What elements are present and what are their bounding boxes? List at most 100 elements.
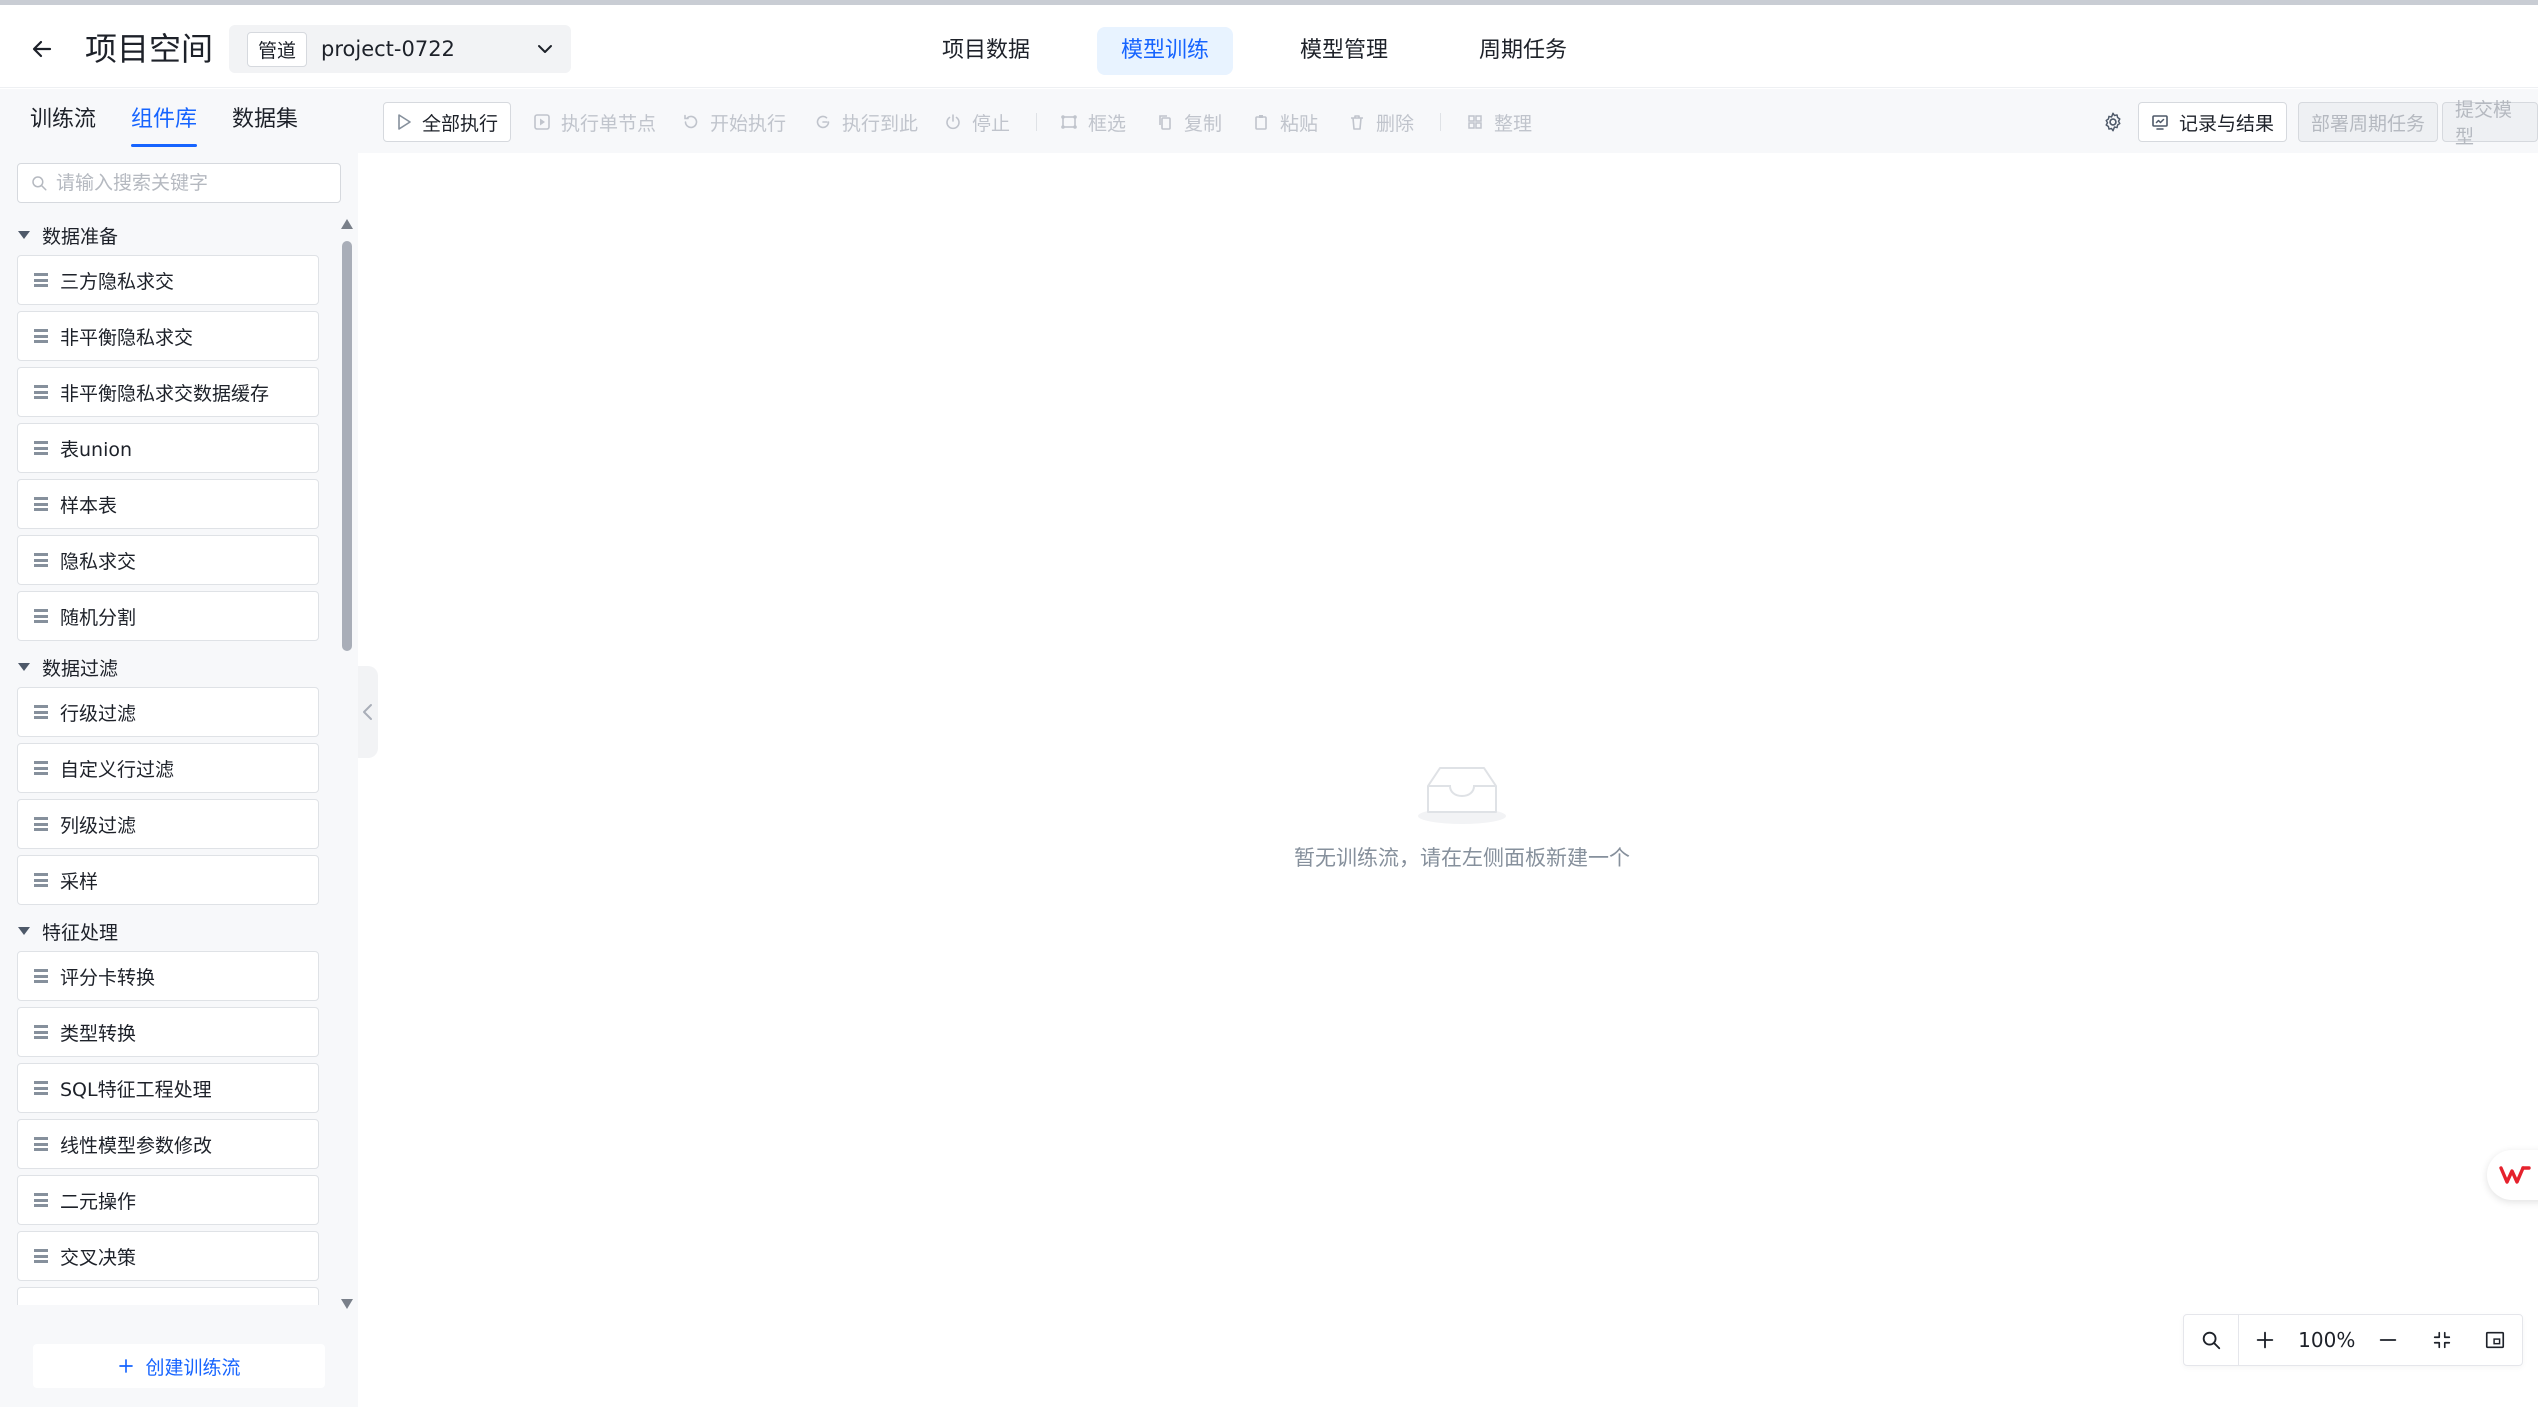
- records-label: 记录与结果: [2179, 112, 2275, 135]
- chevron-down-icon: [538, 45, 552, 53]
- table-icon: [34, 1137, 48, 1151]
- run-node-icon: [534, 114, 550, 130]
- panel-collapse-handle[interactable]: [358, 666, 378, 758]
- component-label: 类型转换: [60, 1022, 137, 1045]
- minimap-icon: [2486, 1331, 2505, 1349]
- paste-icon: [1255, 115, 1267, 130]
- component-item[interactable]: 线性模型参数修改: [17, 1119, 319, 1169]
- deploy-periodic-task-button[interactable]: 部署周期任务: [2298, 102, 2439, 142]
- gear-icon: [2105, 112, 2121, 132]
- tab-datasets[interactable]: 数据集: [232, 89, 298, 151]
- component-label: 隐私求交: [60, 550, 137, 573]
- copy-label: 复制: [1184, 112, 1223, 135]
- paste-label: 粘贴: [1280, 112, 1319, 135]
- run-to-here-button[interactable]: 执行到此: [814, 102, 918, 142]
- component-label: 非平衡隐私求交: [60, 326, 194, 349]
- search-icon: [2202, 1331, 2220, 1350]
- group-data-filter[interactable]: 数据过滤: [0, 647, 330, 687]
- paste-button[interactable]: 粘贴: [1252, 102, 1318, 142]
- run-single-label: 执行单节点: [561, 112, 657, 135]
- component-item[interactable]: 行级过滤: [17, 687, 319, 737]
- component-item[interactable]: 类型转换: [17, 1007, 319, 1057]
- component-item[interactable]: 列级过滤: [17, 799, 319, 849]
- component-item[interactable]: 交叉决策: [17, 1231, 319, 1281]
- records-results-button[interactable]: 记录与结果: [2138, 102, 2288, 142]
- component-label: 二元操作: [60, 1190, 137, 1213]
- delete-label: 删除: [1376, 112, 1415, 135]
- project-type-tag: 管道: [247, 31, 308, 67]
- group-feature-processing[interactable]: 特征处理: [0, 911, 330, 951]
- component-item[interactable]: 自定义行过滤: [17, 743, 319, 793]
- empty-state: 暂无训练流，请在左侧面板新建一个: [1272, 762, 1652, 872]
- run-all-button[interactable]: 全部执行: [383, 102, 512, 142]
- scroll-down-icon[interactable]: [341, 1299, 353, 1309]
- delete-button[interactable]: 删除: [1348, 102, 1414, 142]
- submit-model-button[interactable]: 提交模型: [2442, 99, 2538, 148]
- group-label: 数据准备: [42, 225, 119, 248]
- component-item[interactable]: 样本表: [17, 479, 319, 529]
- box-select-button[interactable]: 框选: [1060, 102, 1126, 142]
- back-button[interactable]: [22, 29, 62, 69]
- stop-button[interactable]: 停止: [944, 102, 1010, 142]
- copy-button[interactable]: 复制: [1156, 102, 1222, 142]
- component-item[interactable]: 评分卡转换: [17, 951, 319, 1001]
- power-icon: [946, 114, 960, 130]
- zoom-in-button[interactable]: [2239, 1314, 2293, 1366]
- zoom-out-button[interactable]: [2361, 1314, 2415, 1366]
- copy-icon: [1159, 115, 1171, 130]
- component-label: 交叉决策: [60, 1246, 137, 1269]
- component-item[interactable]: 非平衡隐私求交数据缓存: [17, 367, 319, 417]
- nav-project-data[interactable]: 项目数据: [918, 27, 1054, 75]
- settings-button[interactable]: [2102, 102, 2134, 142]
- run-all-label: 全部执行: [422, 112, 499, 135]
- create-training-flow-button[interactable]: 创建训练流: [33, 1344, 325, 1388]
- tab-training-flow[interactable]: 训练流: [30, 89, 96, 151]
- table-icon: [34, 705, 48, 719]
- component-label: 采样: [60, 870, 99, 893]
- zoom-search-button[interactable]: [2184, 1314, 2238, 1366]
- component-label: 随机分割: [60, 606, 137, 629]
- start-run-button[interactable]: 开始执行: [682, 102, 786, 142]
- empty-state-text: 暂无训练流，请在左侧面板新建一个: [1294, 846, 1630, 870]
- grid-icon: [1468, 115, 1482, 129]
- toolbar-divider: [1036, 113, 1037, 131]
- component-item[interactable]: 二元操作: [17, 1175, 319, 1225]
- deploy-label: 部署周期任务: [2311, 112, 2426, 135]
- table-icon: [34, 969, 48, 983]
- fit-view-button[interactable]: [2415, 1314, 2469, 1366]
- component-label: 评分卡转换: [60, 966, 156, 989]
- component-item[interactable]: 随机分割: [17, 591, 319, 641]
- arrow-left-icon: [32, 40, 52, 58]
- table-icon: [34, 1081, 48, 1095]
- component-item[interactable]: 采样: [17, 855, 319, 905]
- left-panel: 训练流 组件库 数据集 数据准备 三方隐私求交 非平衡隐私求交 非平衡隐私求交数…: [0, 89, 358, 1407]
- group-data-preparation[interactable]: 数据准备: [0, 215, 330, 255]
- arrange-label: 整理: [1494, 112, 1533, 135]
- component-item-partial[interactable]: [17, 1287, 319, 1305]
- nav-model-training[interactable]: 模型训练: [1097, 27, 1234, 75]
- wps-floating-button[interactable]: [2487, 1150, 2538, 1200]
- scrollbar-thumb[interactable]: [342, 241, 352, 651]
- component-item[interactable]: 表union: [17, 423, 319, 473]
- component-label: 行级过滤: [60, 702, 137, 725]
- arrange-button[interactable]: 整理: [1466, 102, 1532, 142]
- fit-view-icon: [2433, 1331, 2450, 1349]
- scroll-up-icon[interactable]: [341, 219, 353, 229]
- tab-component-library[interactable]: 组件库: [131, 89, 198, 151]
- search-input[interactable]: [56, 172, 326, 194]
- nav-periodic-tasks[interactable]: 周期任务: [1455, 27, 1591, 75]
- nav-model-management[interactable]: 模型管理: [1276, 27, 1412, 75]
- component-label: 自定义行过滤: [60, 758, 175, 781]
- project-select[interactable]: 管道 project-0722: [229, 25, 571, 73]
- run-single-node-button[interactable]: 执行单节点: [533, 102, 656, 142]
- caret-down-icon: [18, 231, 30, 239]
- wps-logo-icon: [2499, 1166, 2531, 1184]
- minimap-button[interactable]: [2469, 1314, 2523, 1366]
- component-item[interactable]: SQL特征工程处理: [17, 1063, 319, 1113]
- component-item[interactable]: 隐私求交: [17, 535, 319, 585]
- minus-icon: [2379, 1339, 2397, 1341]
- component-item[interactable]: 非平衡隐私求交: [17, 311, 319, 361]
- component-item[interactable]: 三方隐私求交: [17, 255, 319, 305]
- play-icon: [398, 114, 411, 130]
- tree-scrollbar[interactable]: [340, 219, 354, 1309]
